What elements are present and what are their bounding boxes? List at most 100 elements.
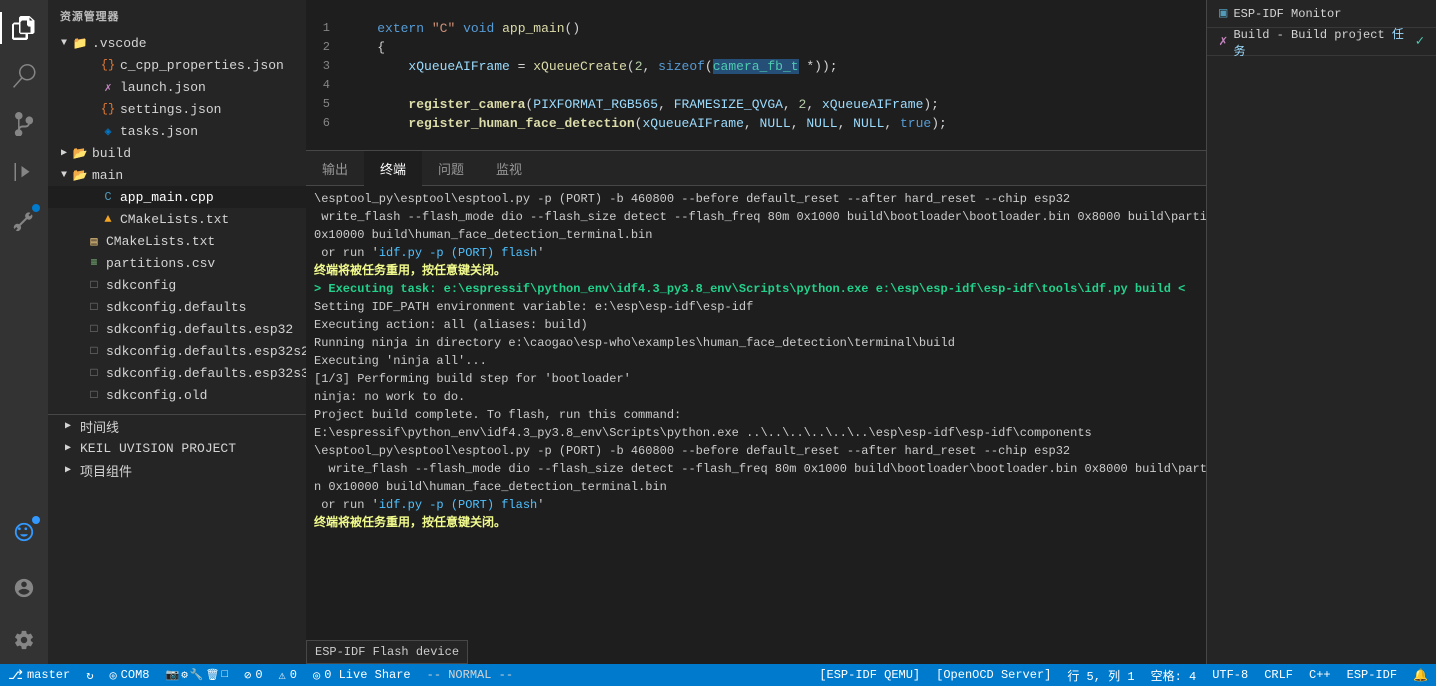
no-arrow [70,255,86,271]
sync-status[interactable]: ↻ [78,664,101,686]
sidebar-header: 资源管理器 [48,0,306,32]
notifications-status[interactable]: 🔔 [1405,664,1436,686]
com-port-status[interactable]: ◎ COM8 [101,664,157,686]
esp-idf-version-status[interactable]: ESP-IDF [1339,664,1405,686]
sidebar-item-sdkconfig-old[interactable]: □ sdkconfig.old [48,384,306,406]
check-icon: ✓ [1416,33,1424,50]
sidebar-item-sdkconfig[interactable]: □ sdkconfig [48,274,306,296]
no-arrow [84,79,100,95]
cpp-icon: C [100,189,116,205]
git-branch-status[interactable]: ⎇ master [0,664,78,686]
sidebar-section-keil[interactable]: ▶ KEIL UVISION PROJECT [48,437,306,459]
bell-icon: 🔔 [1413,668,1428,683]
language-label: C++ [1309,668,1331,682]
vscode-icon: ◈ [100,123,116,139]
icon-3: 🔧 [190,668,204,682]
project-label: 项目组件 [80,461,132,480]
sidebar-item-c-cpp-props[interactable]: {} c_cpp_properties.json [48,54,306,76]
sidebar-item-sdkconfig-esp32s2[interactable]: □ sdkconfig.defaults.esp32s2 [48,340,306,362]
source-control-icon[interactable] [0,100,48,148]
line-col-status[interactable]: 行 5, 列 1 [1059,664,1142,686]
errors-status[interactable]: ⊘ 0 [236,664,270,686]
icon-1: 📷 [165,668,179,682]
sidebar-item-sdkconfig-esp32s3[interactable]: □ sdkconfig.defaults.esp32s3 [48,362,306,384]
file-icon6: □ [86,387,102,403]
sidebar-item-app-main[interactable]: C app_main.cpp [48,186,306,208]
sync-icon: ↻ [86,668,93,683]
error-count: 0 [255,668,262,682]
no-arrow [70,233,86,249]
sidebar-item-vscode[interactable]: ▼ 📁 .vscode [48,32,306,54]
sidebar-item-cmake-main[interactable]: ▲ CMakeLists.txt [48,208,306,230]
files-icon[interactable] [0,4,48,52]
cmake-root-label: CMakeLists.txt [106,234,215,249]
vscode-arrow: ▼ [56,35,72,51]
file-icon3: □ [86,321,102,337]
sdkconfig-label: sdkconfig [106,278,176,293]
esp-idf-qemu-label: [ESP-IDF QEMU] [819,668,920,682]
tab-terminal[interactable]: 终端 [364,151,422,186]
build-icon: ✗ [1219,33,1227,50]
build-label: Build - Build project 任务 [1233,25,1415,59]
normal-mode-status[interactable]: -- NORMAL -- [419,664,521,686]
sidebar-item-sdkconfig-defaults[interactable]: □ sdkconfig.defaults [48,296,306,318]
spaces-status[interactable]: 空格: 4 [1143,664,1205,686]
line-num [306,0,346,19]
file-icon4: □ [86,343,102,359]
launch-label: launch.json [120,80,206,95]
no-arrow [70,277,86,293]
folder-icon: 📁 [72,35,88,51]
settings-label: settings.json [120,102,221,117]
sidebar-item-build[interactable]: ▶ 📂 build [48,142,306,164]
language-status[interactable]: C++ [1301,664,1339,686]
build-folder-icon: 📂 [72,145,88,161]
sidebar-item-tasks[interactable]: ◈ tasks.json [48,120,306,142]
main-arrow: ▼ [56,167,72,183]
activity-bar [0,0,48,664]
tab-problems[interactable]: 问题 [422,151,480,186]
build-project-item[interactable]: ✗ Build - Build project 任务 ✓ [1207,28,1436,56]
settings-icon[interactable] [0,616,48,664]
search-icon[interactable] [0,52,48,100]
cmake-warn-icon: ▲ [100,211,116,227]
build-arrow: ▶ [56,145,72,161]
line-num-3: 3 [306,57,346,76]
status-right: [ESP-IDF QEMU] [OpenOCD Server] 行 5, 列 1… [811,664,1436,686]
sidebar-item-partitions[interactable]: ≡ partitions.csv [48,252,306,274]
csv-icon: ≡ [86,255,102,271]
line-num-2: 2 [306,38,346,57]
esp-idf-qemu-status[interactable]: [ESP-IDF QEMU] [811,664,928,686]
sidebar-item-sdkconfig-esp32[interactable]: □ sdkconfig.defaults.esp32 [48,318,306,340]
openocd-label: [OpenOCD Server] [936,668,1051,682]
tab-debug[interactable]: 监视 [480,151,538,186]
sdkconfig-defaults-label: sdkconfig.defaults [106,300,246,315]
sidebar-section-project[interactable]: ▶ 项目组件 [48,459,306,481]
main-folder-icon: 📂 [72,167,88,183]
warnings-status[interactable]: ⚠ 0 [271,664,305,686]
live-share-status[interactable]: ◎ 0 Live Share [305,664,419,686]
tab-output[interactable]: 输出 [306,151,364,186]
spaces-label: 空格: 4 [1151,667,1197,684]
no-arrow [84,189,100,205]
extensions-icon[interactable] [0,196,48,244]
no-arrow [70,299,86,315]
sidebar-item-cmake-root[interactable]: ▤ CMakeLists.txt [48,230,306,252]
remote-icon[interactable] [0,508,48,556]
warning-count: 0 [290,668,297,682]
account-icon[interactable] [0,564,48,612]
timeline-label: 时间线 [80,417,119,436]
run-debug-icon[interactable] [0,148,48,196]
line-num-6: 6 [306,114,346,133]
encoding-status[interactable]: UTF-8 [1204,664,1256,686]
tasks-label: tasks.json [120,124,198,139]
line-ending-status[interactable]: CRLF [1256,664,1301,686]
line-num-4: 4 [306,76,346,95]
sidebar-section-timeline[interactable]: ▶ 时间线 [48,415,306,437]
sidebar-item-launch[interactable]: ✗ launch.json [48,76,306,98]
sidebar-item-main[interactable]: ▼ 📂 main [48,164,306,186]
keil-label: KEIL UVISION PROJECT [80,441,236,456]
sidebar-item-settings[interactable]: {} settings.json [48,98,306,120]
app-main-label: app_main.cpp [120,190,214,205]
openocd-status[interactable]: [OpenOCD Server] [928,664,1059,686]
extra-icons-status[interactable]: 📷 ⚙ 🔧 🗑 □ [157,664,236,686]
